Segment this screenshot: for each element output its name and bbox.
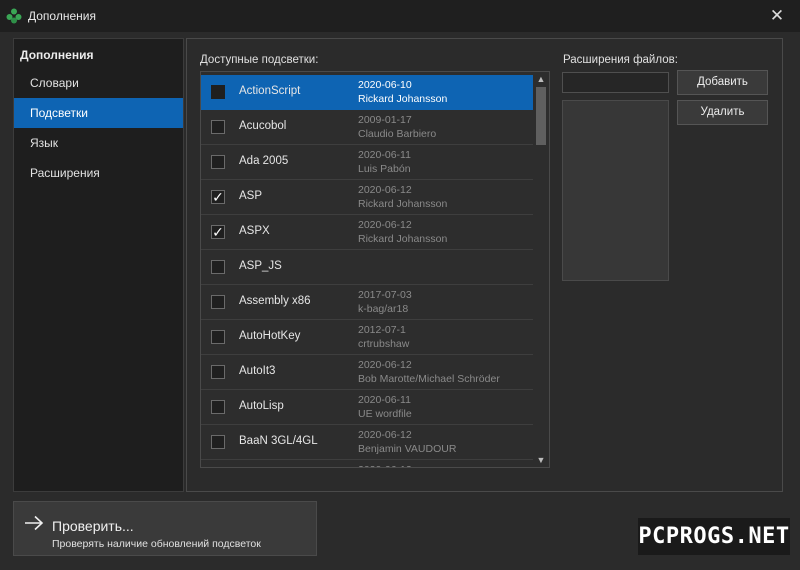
syntax-author: Rickard Johansson xyxy=(358,233,448,245)
scroll-down-icon[interactable]: ▼ xyxy=(533,453,549,467)
syntax-date: 2020-06-12 xyxy=(358,464,412,467)
list-item[interactable]: ASP_JS xyxy=(201,250,533,285)
checkmark-icon: ✓ xyxy=(212,224,224,240)
row-checkbox[interactable]: ✓ xyxy=(211,190,225,204)
close-icon: ✕ xyxy=(769,6,785,25)
extensions-list[interactable] xyxy=(562,100,669,281)
syntax-name: Ada 2005 xyxy=(239,155,289,167)
row-checkbox[interactable] xyxy=(211,120,225,134)
check-updates-title: Проверить... xyxy=(52,518,134,534)
sidebar: Дополнения Словари Подсветки Язык Расшир… xyxy=(13,38,184,492)
syntax-name: ASPX xyxy=(239,225,270,237)
syntax-date: 2020-06-12 xyxy=(358,429,412,441)
checkmark-icon: ✓ xyxy=(212,189,224,205)
syntax-author: Rickard Johansson xyxy=(358,93,448,105)
highlights-list[interactable]: ActionScript 2020-06-10 Rickard Johansson A… xyxy=(200,71,550,468)
list-item[interactable]: AutoIt3 2020-06-12 Bob Marotte/Michael Sch… xyxy=(201,355,533,390)
syntax-name: ASP_JS xyxy=(239,260,282,272)
syntax-date: 2020-06-11 xyxy=(358,394,411,406)
syntax-author: Bob Marotte/Michael Schröder xyxy=(358,373,500,385)
extension-input[interactable] xyxy=(562,72,669,93)
row-checkbox[interactable] xyxy=(211,260,225,274)
sidebar-item-extensions[interactable]: Расширения xyxy=(14,158,183,188)
syntax-author: Luis Pabón xyxy=(358,163,411,175)
row-checkbox[interactable] xyxy=(211,330,225,344)
sidebar-item-language[interactable]: Язык xyxy=(14,128,183,158)
row-checkbox[interactable] xyxy=(211,400,225,414)
syntax-name: AutoHotKey xyxy=(239,330,301,342)
list-scrollbar[interactable]: ▲ ▼ xyxy=(533,72,549,467)
puzzle-icon xyxy=(6,8,22,24)
check-updates-description: Проверять наличие обновлений подсветок xyxy=(52,538,261,550)
syntax-author: Rickard Johansson xyxy=(358,198,448,210)
syntax-date: 2020-06-12 xyxy=(358,184,412,196)
syntax-date: 2017-07-03 xyxy=(358,289,412,301)
syntax-date: 2020-06-11 xyxy=(358,149,411,161)
row-checkbox[interactable] xyxy=(211,85,225,99)
extensions-label: Расширения файлов: xyxy=(563,54,678,66)
row-checkbox[interactable] xyxy=(211,155,225,169)
window-title: Дополнения xyxy=(28,9,96,23)
watermark-logo: PCPROGS.NET xyxy=(638,518,790,555)
syntax-date: 2009-01-17 xyxy=(358,114,412,126)
syntax-author: k-bag/ar18 xyxy=(358,303,409,315)
row-checkbox[interactable] xyxy=(211,365,225,379)
syntax-date: 2020-06-10 xyxy=(358,79,412,91)
list-item[interactable]: ✓ ASP 2020-06-12 Rickard Johansson xyxy=(201,180,533,215)
syntax-author: Benjamin VAUDOUR xyxy=(358,443,457,455)
syntax-name: AutoIt3 xyxy=(239,365,276,377)
list-item[interactable]: ✓ ASPX 2020-06-12 Rickard Johansson xyxy=(201,215,533,250)
row-checkbox[interactable] xyxy=(211,435,225,449)
remove-button[interactable]: Удалить xyxy=(677,100,768,125)
list-item[interactable]: AutoHotKey 2012-07-1 crtrubshaw xyxy=(201,320,533,355)
list-item[interactable]: 2020-06-12 xyxy=(201,460,533,467)
sidebar-header: Дополнения xyxy=(20,48,94,62)
add-button[interactable]: Добавить xyxy=(677,70,768,95)
scroll-up-icon[interactable]: ▲ xyxy=(533,72,549,86)
close-button[interactable]: ✕ xyxy=(754,0,800,32)
list-item[interactable]: Assembly x86 2017-07-03 k-bag/ar18 xyxy=(201,285,533,320)
sidebar-item-highlights[interactable]: Подсветки xyxy=(14,98,183,128)
check-updates-button[interactable]: Проверить... Проверять наличие обновлени… xyxy=(13,501,317,556)
row-checkbox[interactable]: ✓ xyxy=(211,225,225,239)
syntax-date: 2020-06-12 xyxy=(358,359,412,371)
list-item[interactable]: Acucobol 2009-01-17 Claudio Barbiero xyxy=(201,110,533,145)
list-item[interactable]: BaaN 3GL/4GL 2020-06-12 Benjamin VAUDOUR xyxy=(201,425,533,460)
syntax-date: 2012-07-1 xyxy=(358,324,406,336)
syntax-author: crtrubshaw xyxy=(358,338,410,350)
syntax-name: ActionScript xyxy=(239,85,301,97)
title-bar: Дополнения ✕ xyxy=(0,0,800,32)
syntax-name: Assembly x86 xyxy=(239,295,311,307)
syntax-name: Acucobol xyxy=(239,120,287,132)
highlights-label: Доступные подсветки: xyxy=(200,54,319,66)
syntax-author: Claudio Barbiero xyxy=(358,128,437,140)
sidebar-item-dictionaries[interactable]: Словари xyxy=(14,68,183,98)
scroll-thumb[interactable] xyxy=(536,87,546,145)
list-item[interactable]: ActionScript 2020-06-10 Rickard Johansson xyxy=(201,75,533,110)
list-item[interactable]: AutoLisp 2020-06-11 UE wordfile xyxy=(201,390,533,425)
syntax-name: AutoLisp xyxy=(239,400,284,412)
syntax-date: 2020-06-12 xyxy=(358,219,412,231)
syntax-name: BaaN 3GL/4GL xyxy=(239,435,318,447)
arrow-right-icon xyxy=(25,515,44,531)
syntax-author: UE wordfile xyxy=(358,408,412,420)
list-item[interactable]: Ada 2005 2020-06-11 Luis Pabón xyxy=(201,145,533,180)
syntax-name: ASP xyxy=(239,190,263,202)
row-checkbox[interactable] xyxy=(211,295,225,309)
